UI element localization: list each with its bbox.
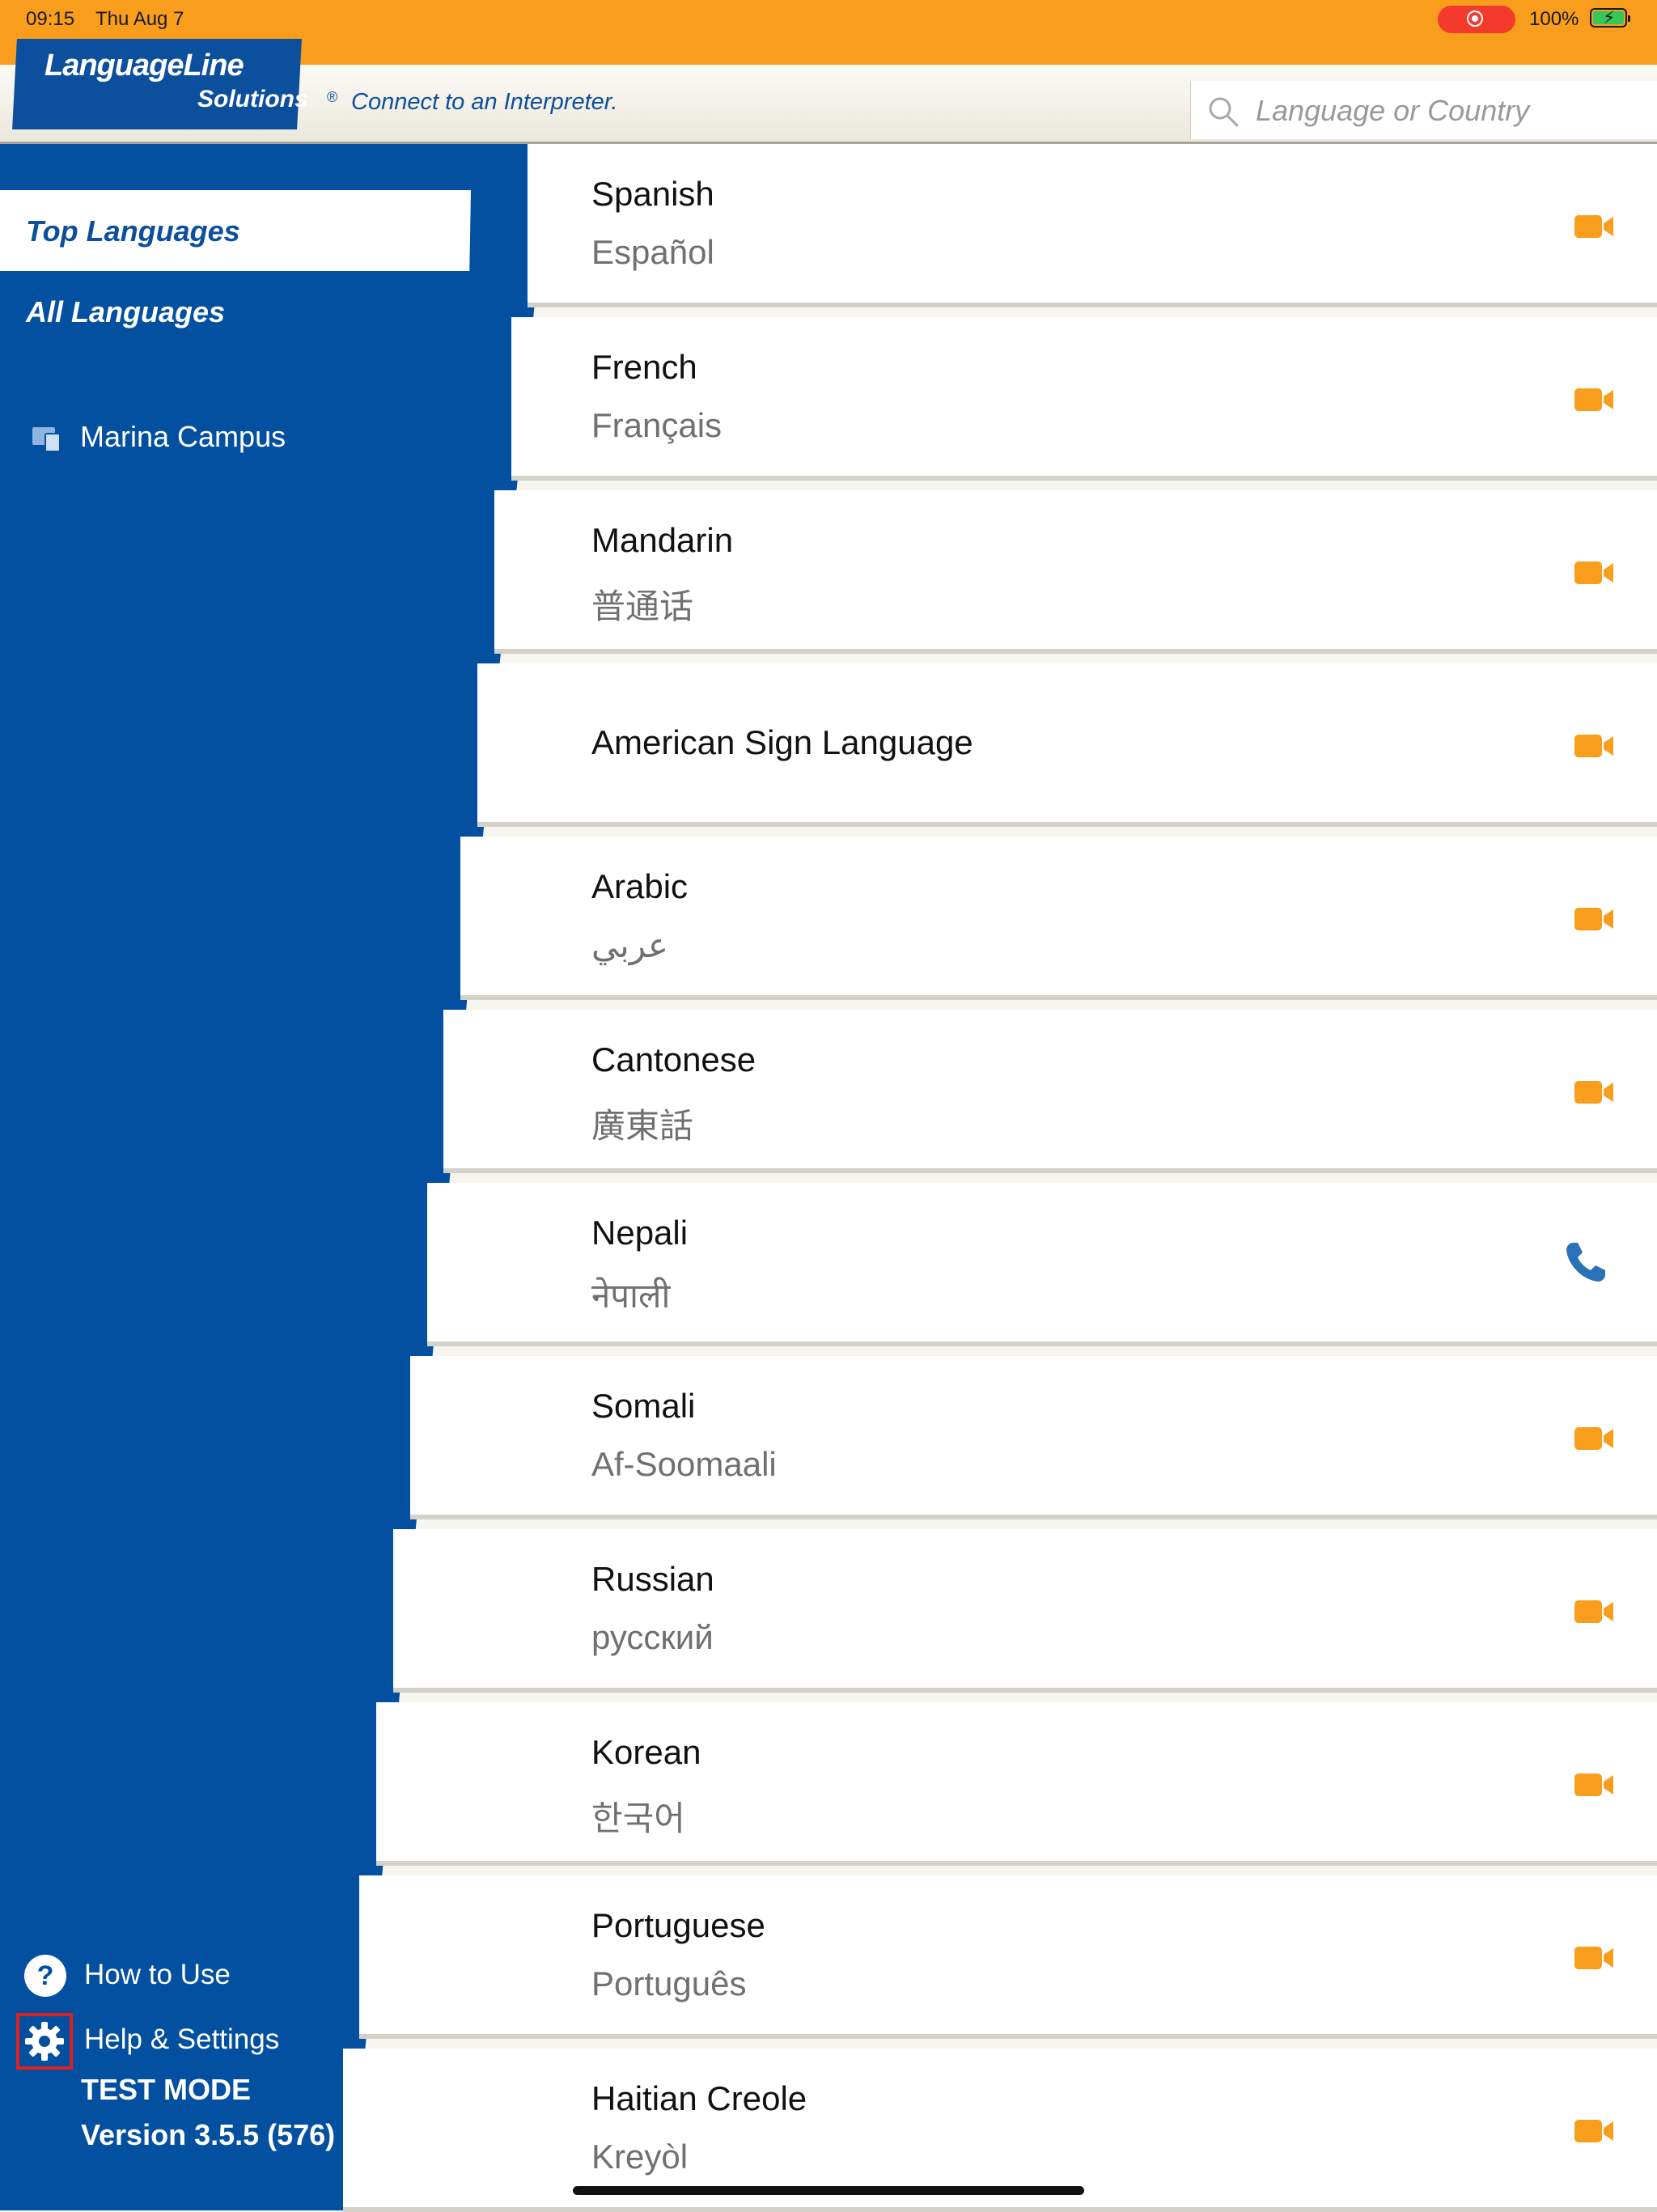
phone-icon[interactable] — [1562, 1238, 1610, 1286]
video-camera-icon[interactable] — [1573, 2117, 1615, 2146]
video-camera-icon[interactable] — [1573, 558, 1615, 587]
devices-icon — [32, 427, 61, 452]
language-native-name: 普通话 — [591, 587, 694, 625]
language-row[interactable] — [427, 1183, 1657, 1346]
language-native-name: Af-Soomaali — [591, 1445, 777, 1483]
tab-top-languages-label[interactable]: Top Languages — [26, 214, 240, 248]
status-time: 09:15 — [26, 8, 75, 30]
video-camera-icon[interactable] — [1573, 1597, 1615, 1626]
language-row[interactable] — [511, 317, 1657, 481]
tagline: Connect to an Interpreter. — [351, 89, 618, 115]
language-row[interactable] — [359, 1875, 1657, 2039]
language-name: French — [591, 348, 697, 386]
video-camera-icon[interactable] — [1573, 731, 1615, 761]
language-name: Arabic — [591, 867, 689, 905]
language-native-name: عربي — [591, 926, 668, 964]
language-name: Korean — [591, 1733, 701, 1771]
search-input[interactable] — [1254, 87, 1646, 134]
language-row[interactable] — [528, 144, 1657, 307]
video-camera-icon[interactable] — [1573, 212, 1615, 241]
tab-all-languages[interactable]: All Languages — [26, 295, 225, 329]
logo-text-solutions: Solutions — [197, 86, 308, 112]
language-row[interactable] — [410, 1356, 1657, 1519]
language-native-name: Português — [591, 1964, 747, 2002]
language-name: Spanish — [591, 175, 714, 213]
status-date: Thu Aug 7 — [95, 8, 184, 30]
how-to-use-link[interactable]: How to Use — [84, 1959, 231, 1991]
language-row[interactable] — [376, 1702, 1657, 1866]
language-name: Portuguese — [591, 1906, 765, 1944]
search-bar[interactable] — [1190, 81, 1657, 139]
language-row[interactable] — [443, 1010, 1657, 1173]
gear-icon[interactable] — [23, 2019, 66, 2063]
registered-mark: ® — [327, 89, 338, 105]
language-name: Somali — [591, 1387, 696, 1425]
battery-percent: 100% — [1529, 8, 1579, 30]
language-native-name: नेपाली — [591, 1277, 671, 1315]
language-name: Mandarin — [591, 521, 734, 559]
language-native-name: русский — [591, 1618, 714, 1656]
language-native-name: 廣東話 — [591, 1107, 694, 1145]
home-indicator[interactable] — [573, 2186, 1084, 2195]
language-name: Nepali — [591, 1214, 689, 1252]
language-name: Russian — [591, 1560, 714, 1598]
video-camera-icon[interactable] — [1573, 1424, 1615, 1453]
help-settings-link[interactable]: Help & Settings — [84, 2023, 279, 2056]
language-native-name: 한국어 — [591, 1799, 685, 1837]
video-camera-icon[interactable] — [1573, 1943, 1615, 1973]
record-icon — [1467, 11, 1483, 27]
battery-icon: ⚡ — [1590, 7, 1630, 28]
language-row[interactable] — [393, 1529, 1657, 1693]
question-icon[interactable]: ? — [24, 1955, 66, 1997]
charging-bolt-icon: ⚡ — [1603, 7, 1616, 28]
test-mode-label: TEST MODE — [81, 2073, 252, 2106]
language-row[interactable] — [460, 837, 1657, 1000]
language-native-name: Français — [591, 406, 723, 444]
version-label: Version 3.5.5 (576) — [81, 2118, 336, 2151]
screen-recording-indicator[interactable] — [1438, 6, 1515, 33]
language-name: American Sign Language — [591, 723, 973, 761]
language-native-name: Kreyòl — [591, 2138, 689, 2176]
video-camera-icon[interactable] — [1573, 1770, 1615, 1799]
language-name: Haitian Creole — [591, 2079, 807, 2117]
logo-text-languageline: LanguageLine — [44, 49, 244, 83]
video-camera-icon[interactable] — [1573, 385, 1615, 414]
video-camera-icon[interactable] — [1573, 905, 1615, 934]
language-row[interactable] — [494, 490, 1657, 654]
video-camera-icon[interactable] — [1573, 1078, 1615, 1107]
search-icon — [1209, 97, 1239, 127]
language-native-name: Español — [591, 233, 714, 271]
location-label[interactable]: Marina Campus — [80, 420, 286, 454]
language-name: Cantonese — [591, 1040, 756, 1078]
